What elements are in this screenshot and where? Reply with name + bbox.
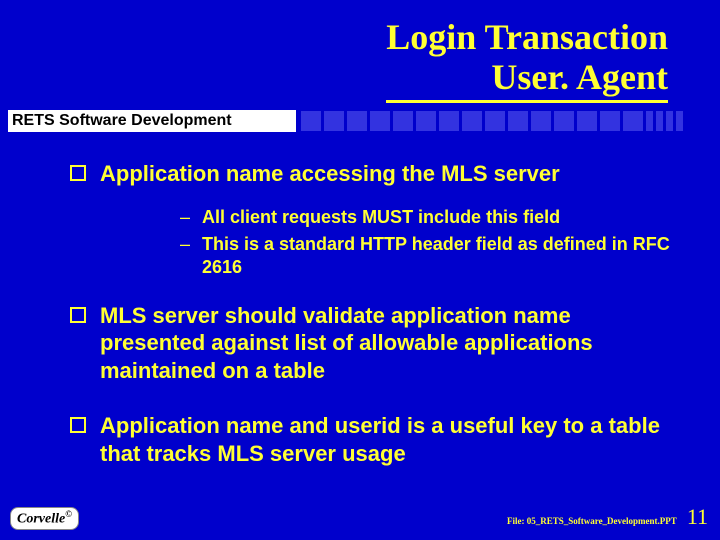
copyright-icon: ©	[65, 509, 72, 519]
sub-bullets: – All client requests MUST include this …	[180, 206, 670, 280]
page-number: 11	[687, 504, 708, 530]
bullet-item: MLS server should validate application n…	[70, 302, 670, 385]
title-line-1: Login Transaction	[386, 17, 668, 57]
slide: Login Transaction User. Agent RETS Softw…	[0, 0, 720, 540]
title-line-2: User. Agent	[386, 58, 668, 104]
square-bullet-icon	[70, 417, 86, 433]
dash-icon: –	[180, 206, 190, 229]
sub-bullet-text: All client requests MUST include this fi…	[202, 206, 560, 229]
file-label: File: 05_RETS_Software_Development.PPT	[507, 516, 677, 526]
sub-bullet-item: – All client requests MUST include this …	[180, 206, 670, 229]
sub-bullet-text: This is a standard HTTP header field as …	[202, 233, 670, 280]
content-area: Application name accessing the MLS serve…	[70, 160, 670, 485]
dash-icon: –	[180, 233, 190, 256]
bullet-item: Application name and userid is a useful …	[70, 412, 670, 467]
deck-label: RETS Software Development	[8, 110, 296, 132]
footer: File: 05_RETS_Software_Development.PPT 1…	[507, 504, 708, 530]
square-bullet-icon	[70, 307, 86, 323]
sub-bullet-item: – This is a standard HTTP header field a…	[180, 233, 670, 280]
slide-title: Login Transaction User. Agent	[386, 18, 668, 103]
square-bullet-icon	[70, 165, 86, 181]
bullet-text: Application name and userid is a useful …	[100, 412, 670, 467]
bullet-text: Application name accessing the MLS serve…	[100, 160, 560, 188]
bullet-text: MLS server should validate application n…	[100, 302, 670, 385]
logo: Corvelle©	[10, 507, 79, 530]
logo-text: Corvelle	[17, 512, 65, 527]
bullet-item: Application name accessing the MLS serve…	[70, 160, 670, 188]
header-pattern	[300, 110, 710, 132]
